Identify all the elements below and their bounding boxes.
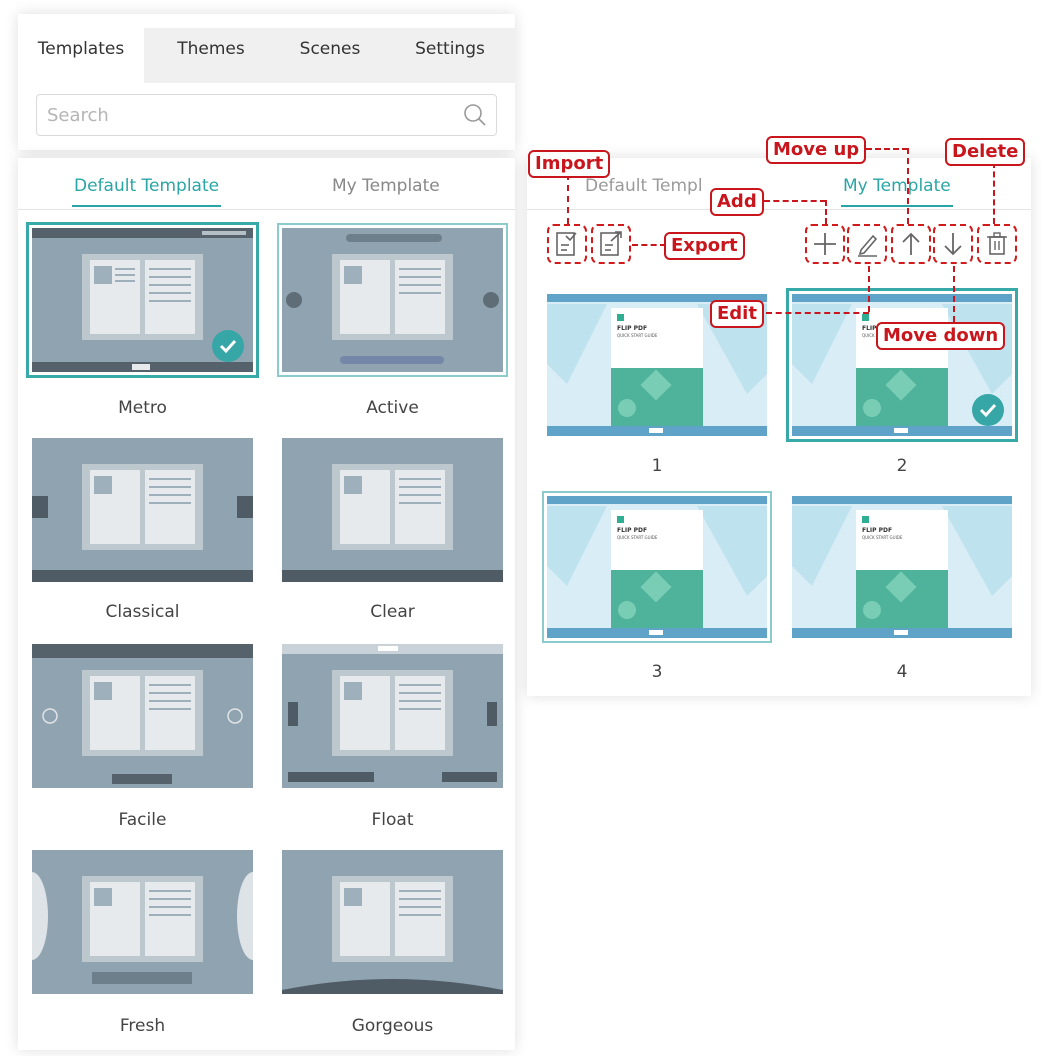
- svg-text:QUICK START GUIDE: QUICK START GUIDE: [617, 333, 658, 338]
- tab-settings[interactable]: Settings: [400, 30, 500, 68]
- add-highlight: [805, 224, 845, 264]
- svg-text:FLIP PDF: FLIP PDF: [617, 527, 647, 534]
- my-template-label-2: 2: [896, 456, 908, 476]
- my-template-label-4: 4: [896, 662, 908, 682]
- template-name-fresh: Fresh: [119, 1016, 166, 1036]
- svg-text:QUICK START GUIDE: QUICK START GUIDE: [617, 535, 658, 540]
- tab-my-template[interactable]: My Template: [841, 176, 953, 207]
- template-name-metro: Metro: [118, 398, 167, 418]
- template-thumb-classical[interactable]: [32, 438, 253, 582]
- move-up-highlight: [891, 224, 931, 264]
- template-thumb-clear[interactable]: [282, 438, 503, 582]
- import-highlight: [547, 224, 587, 264]
- search-box: [36, 94, 497, 136]
- template-name-active: Active: [366, 398, 419, 418]
- template-thumb-gorgeous[interactable]: [282, 850, 503, 994]
- top-tab-panel: Templates Themes Scenes Settings: [18, 14, 515, 150]
- template-name-classical: Classical: [105, 602, 180, 622]
- template-name-clear: Clear: [370, 602, 415, 622]
- my-template-label-1: 1: [651, 456, 663, 476]
- export-leader-line: [632, 244, 666, 246]
- selected-check-icon: [972, 394, 1004, 426]
- import-leader-line: [567, 174, 569, 224]
- delete-leader-line: [993, 162, 995, 224]
- template-thumb-float[interactable]: [282, 644, 503, 788]
- edit-leader-line-h: [766, 312, 869, 314]
- add-leader-line-v: [825, 200, 827, 224]
- template-thumb-fresh[interactable]: [32, 850, 253, 994]
- tab-templates[interactable]: Templates: [18, 30, 144, 68]
- template-thumb-active[interactable]: [277, 223, 508, 377]
- template-thumb-metro[interactable]: [26, 222, 259, 378]
- tab-default-template[interactable]: Default Templ: [585, 176, 703, 196]
- tab-scenes[interactable]: Scenes: [290, 30, 370, 68]
- edit-highlight: [847, 224, 887, 264]
- svg-text:FLIP PDF: FLIP PDF: [862, 527, 892, 534]
- import-callout: Import: [528, 150, 611, 178]
- tab-my-template[interactable]: My Template: [332, 176, 440, 196]
- move-down-highlight: [933, 224, 973, 264]
- default-template-panel: Default Template My Template Metro Activ…: [18, 158, 515, 1050]
- svg-text:QUICK START GUIDE: QUICK START GUIDE: [862, 535, 903, 540]
- export-callout: Export: [664, 232, 745, 260]
- move-down-callout: Move down: [876, 322, 1006, 350]
- add-leader-line-h: [764, 200, 826, 202]
- export-highlight: [591, 224, 631, 264]
- search-icon[interactable]: [462, 102, 488, 132]
- my-template-thumb-3[interactable]: FLIP PDF QUICK START GUIDE: [542, 491, 772, 643]
- delete-highlight: [977, 224, 1017, 264]
- edit-callout: Edit: [710, 300, 764, 328]
- my-template-label-3: 3: [651, 662, 663, 682]
- template-sub-tabs: Default Template My Template: [18, 158, 515, 210]
- move-up-leader-line-h: [866, 148, 908, 150]
- edit-leader-line-v: [868, 266, 870, 312]
- move-up-leader-line-v: [907, 148, 909, 224]
- template-thumb-facile[interactable]: [32, 644, 253, 788]
- selected-check-icon: [212, 330, 244, 362]
- template-name-gorgeous: Gorgeous: [351, 1016, 434, 1036]
- add-callout: Add: [710, 188, 764, 216]
- delete-callout: Delete: [945, 138, 1026, 166]
- svg-text:FLIP PDF: FLIP PDF: [617, 325, 647, 332]
- template-name-facile: Facile: [118, 810, 167, 830]
- tab-default-template[interactable]: Default Template: [71, 176, 222, 207]
- tab-themes[interactable]: Themes: [166, 30, 256, 68]
- move-down-leader-line: [953, 266, 955, 322]
- my-template-panel: Default Templ My Template FLIP PDF QUICK…: [527, 158, 1031, 696]
- my-template-thumb-2[interactable]: FLIP PDF QUICK START GUIDE: [786, 288, 1018, 442]
- my-template-thumb-4[interactable]: FLIP PDF QUICK START GUIDE: [792, 496, 1012, 638]
- move-up-callout: Move up: [766, 136, 867, 164]
- search-input[interactable]: [37, 95, 457, 135]
- template-name-float: Float: [371, 810, 414, 830]
- main-tab-bar: Templates Themes Scenes Settings: [18, 14, 515, 83]
